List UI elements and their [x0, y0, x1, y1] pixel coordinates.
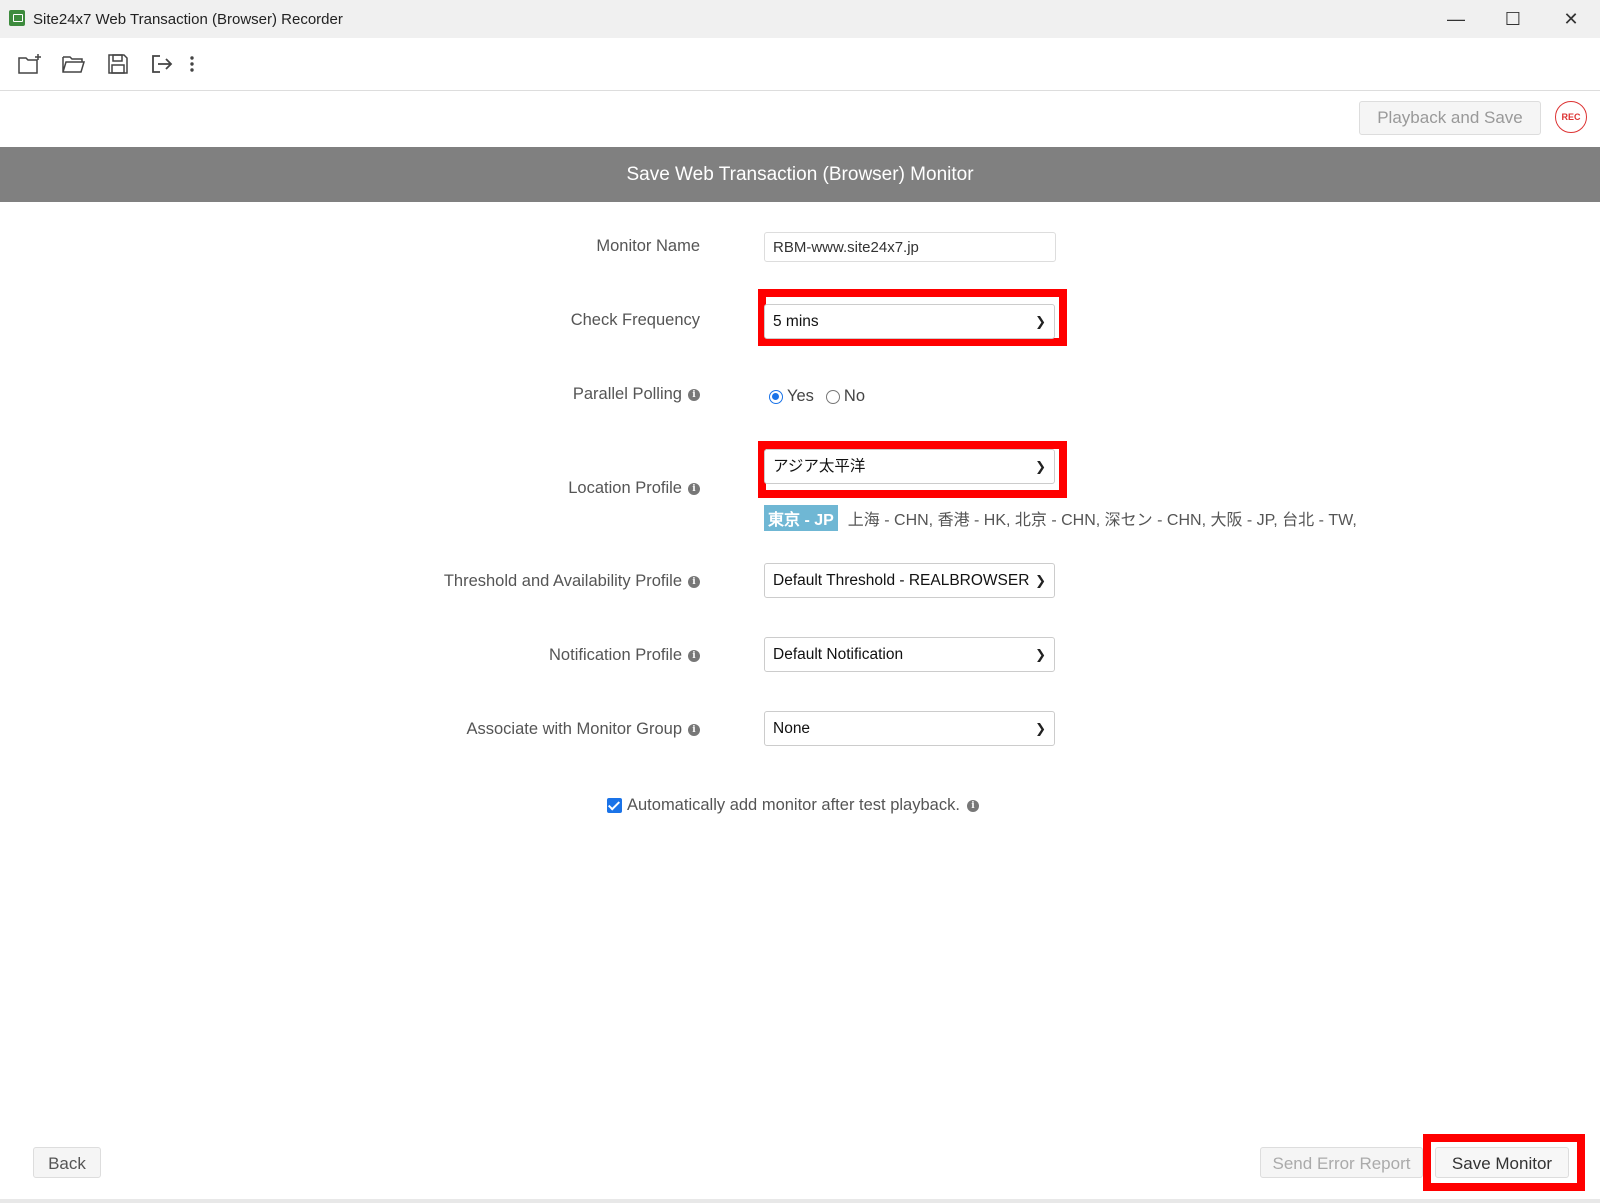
parallel-polling-radio-group: Yes No [769, 387, 865, 406]
info-icon[interactable]: i [688, 723, 700, 736]
info-icon[interactable]: i [966, 799, 979, 812]
close-icon[interactable]: ✕ [1549, 4, 1593, 34]
radio-yes-label: Yes [787, 387, 814, 405]
check-frequency-label: Check Frequency [570, 311, 700, 329]
window-title: Site24x7 Web Transaction (Browser) Recor… [33, 11, 343, 28]
radio-yes[interactable] [769, 389, 783, 404]
parallel-polling-label: Parallel Polling i [573, 385, 700, 404]
auto-add-label: Automatically add monitor after test pla… [627, 796, 960, 814]
record-button[interactable]: REC [1555, 101, 1587, 133]
back-button[interactable]: Back [33, 1147, 101, 1178]
location-profile-label: Location Profile i [568, 479, 700, 498]
location-list: 東京 - JP 上海 - CHN, 香港 - HK, 北京 - CHN, 深セン… [764, 505, 1357, 531]
monitor-group-label: Associate with Monitor Group i [466, 720, 700, 739]
open-folder-icon[interactable] [60, 50, 88, 78]
monitor-name-label: Monitor Name [596, 237, 700, 255]
threshold-profile-label: Threshold and Availability Profile i [444, 572, 700, 591]
info-icon[interactable]: i [688, 388, 700, 401]
radio-no-label: No [843, 387, 866, 405]
send-error-report-button[interactable]: Send Error Report [1260, 1147, 1423, 1178]
minimize-icon[interactable]: — [1434, 4, 1478, 34]
save-monitor-button[interactable]: Save Monitor [1435, 1147, 1569, 1178]
radio-no[interactable] [825, 389, 840, 404]
bottom-edge [0, 1199, 1600, 1203]
title-bar: Site24x7 Web Transaction (Browser) Recor… [0, 0, 1600, 38]
check-frequency-select[interactable]: 5 mins ❯ [764, 304, 1055, 339]
app-icon [9, 10, 25, 26]
info-icon[interactable]: i [688, 649, 700, 662]
notification-profile-select[interactable]: Default Notification ❯ [764, 637, 1055, 672]
more-vertical-icon[interactable] [178, 50, 206, 78]
location-profile-select[interactable]: アジア太平洋 ❯ [764, 449, 1055, 484]
chevron-down-icon: ❯ [1035, 647, 1046, 662]
info-icon[interactable]: i [688, 575, 700, 588]
monitor-group-select[interactable]: None ❯ [764, 711, 1055, 746]
new-folder-icon[interactable] [16, 50, 44, 78]
save-icon[interactable] [104, 50, 132, 78]
chevron-down-icon: ❯ [1035, 459, 1046, 474]
chevron-down-icon: ❯ [1035, 314, 1046, 329]
primary-location-badge: 東京 - JP [764, 505, 838, 531]
chevron-down-icon: ❯ [1035, 573, 1046, 588]
auto-add-checkbox[interactable] [607, 798, 622, 813]
threshold-profile-select[interactable]: Default Threshold - REALBROWSER ❯ [764, 563, 1055, 598]
notification-profile-label: Notification Profile i [549, 646, 700, 665]
info-icon[interactable]: i [688, 482, 700, 495]
auto-add-row: Automatically add monitor after test pla… [607, 796, 979, 815]
export-icon[interactable] [148, 50, 176, 78]
secondary-locations: 上海 - CHN, 香港 - HK, 北京 - CHN, 深セン - CHN, … [847, 512, 1357, 529]
playback-and-save-button[interactable]: Playback and Save [1359, 101, 1541, 135]
page-title: Save Web Transaction (Browser) Monitor [0, 147, 1600, 202]
chevron-down-icon: ❯ [1035, 721, 1046, 736]
toolbar [0, 38, 1600, 91]
monitor-name-input[interactable] [764, 232, 1056, 262]
maximize-icon[interactable]: ☐ [1491, 4, 1535, 34]
